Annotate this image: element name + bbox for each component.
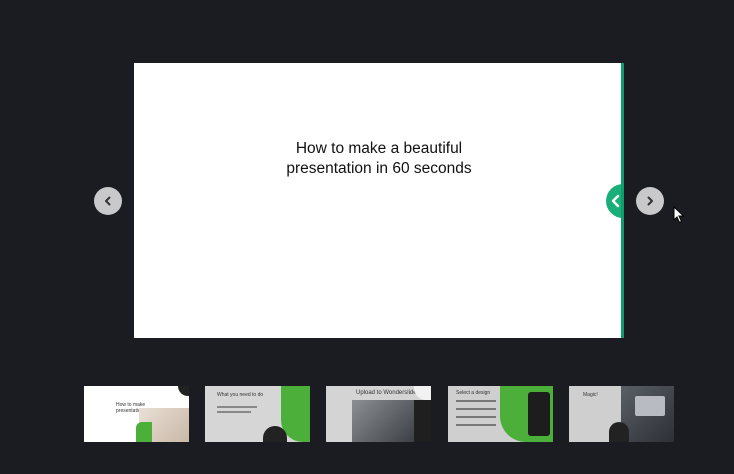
thumbnail-text-lines [217,406,257,408]
thumbnail-text-lines [217,411,251,413]
slide-title-line-2: presentation in 60 seconds [286,160,472,177]
thumbnail-text-lines [456,416,496,418]
slide-title: How to make a beautiful presentation in … [134,139,624,179]
slide-title-line-1: How to make a beautiful [295,140,463,157]
next-slide-button[interactable] [636,187,664,215]
thumbnail-label: What you need to do [217,392,264,398]
thumbnail-white-shape [414,386,431,400]
thumbnail-text-lines [456,408,496,410]
thumbnail-text-lines [456,424,496,426]
thumbnail-slide-5[interactable]: Magic! [569,386,674,442]
previous-slide-button[interactable] [94,187,122,215]
current-slide: How to make a beautiful presentation in … [134,63,624,338]
thumbnail-slide-2[interactable]: What you need to do [205,386,310,442]
thumbnail-label: Select a design [456,390,491,396]
chevron-right-icon [647,196,653,206]
thumbnail-text-lines [456,400,496,402]
presentation-viewer: How to make a beautiful presentation in … [0,0,734,474]
thumbnail-slide-4[interactable]: Select a design [448,386,553,442]
thumbnail-dark-shape [609,422,629,442]
thumbnail-dark-shape [178,386,189,396]
thumbnail-image [352,400,414,442]
thumbnail-laptop-image [635,396,665,416]
thumbnail-label: Upload to Wonderslide [356,390,417,396]
chevron-left-icon [105,196,111,206]
thumbnail-phone-image [528,392,550,436]
thumbnail-dark-shape [414,400,431,442]
thumbnail-green-shape [136,422,152,442]
thumbnail-slide-3[interactable]: Upload to Wonderslide [326,386,431,442]
thumbnail-label: Magic! [583,392,598,398]
mouse-cursor-icon [673,206,685,224]
slide-edge-line [621,63,624,338]
thumbnail-slide-1[interactable]: How to make presentation [84,386,189,442]
